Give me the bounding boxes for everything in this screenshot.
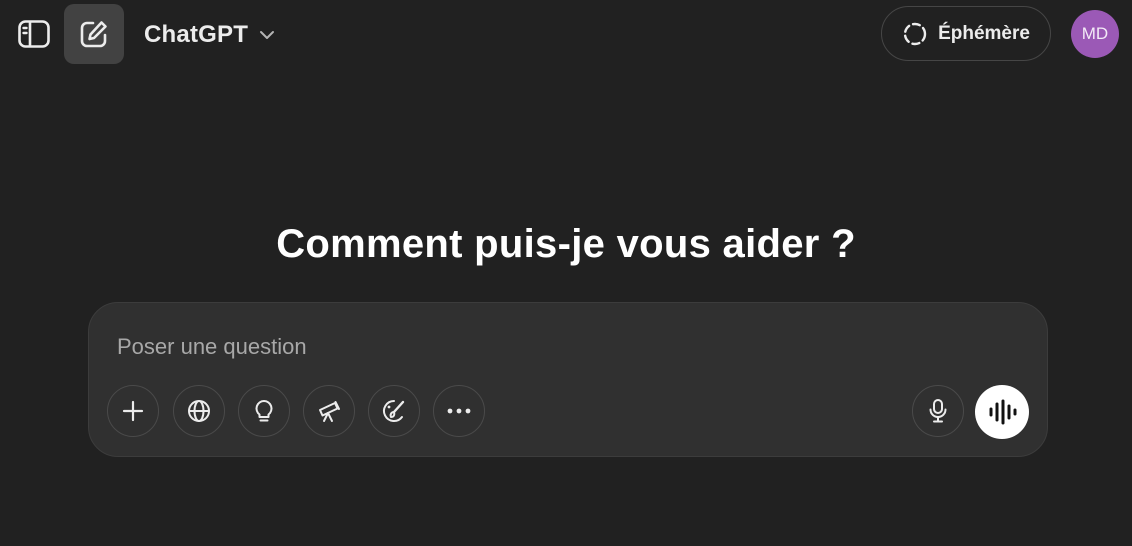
more-tools-button[interactable] <box>433 385 485 437</box>
top-bar: ChatGPT Éphémère MD <box>0 0 1132 70</box>
plus-icon <box>121 399 145 423</box>
microphone-icon <box>927 398 949 424</box>
prompt-input[interactable] <box>117 329 997 365</box>
reason-button[interactable] <box>238 385 290 437</box>
dashed-circle-icon <box>902 21 928 47</box>
create-image-button[interactable] <box>368 385 420 437</box>
telescope-icon <box>316 398 342 424</box>
attach-button[interactable] <box>107 385 159 437</box>
chatgpt-app: ChatGPT Éphémère MD Comment puis-je vous… <box>0 0 1132 546</box>
globe-icon <box>186 398 212 424</box>
more-icon <box>446 407 472 415</box>
page-title: Comment puis-je vous aider ? <box>276 222 856 266</box>
temporary-chat-button[interactable]: Éphémère <box>881 6 1051 61</box>
voice-mode-button[interactable] <box>975 385 1029 439</box>
sidebar-icon <box>17 19 51 49</box>
avatar-initials: MD <box>1081 24 1109 43</box>
model-selector[interactable]: ChatGPT <box>138 14 282 56</box>
model-name: ChatGPT <box>144 21 249 48</box>
composer <box>88 302 1048 457</box>
web-search-button[interactable] <box>173 385 225 437</box>
voice-waveform-icon <box>987 399 1017 425</box>
paintbrush-icon <box>381 398 407 424</box>
lightbulb-icon <box>252 398 276 424</box>
sidebar-toggle-button[interactable] <box>8 5 60 63</box>
edit-icon <box>79 19 109 49</box>
new-chat-button[interactable] <box>64 4 124 64</box>
temporary-chat-label: Éphémère <box>938 22 1030 44</box>
deep-research-button[interactable] <box>303 385 355 437</box>
avatar[interactable]: MD <box>1071 10 1119 58</box>
chevron-down-icon <box>258 29 276 41</box>
dictate-button[interactable] <box>912 385 964 437</box>
